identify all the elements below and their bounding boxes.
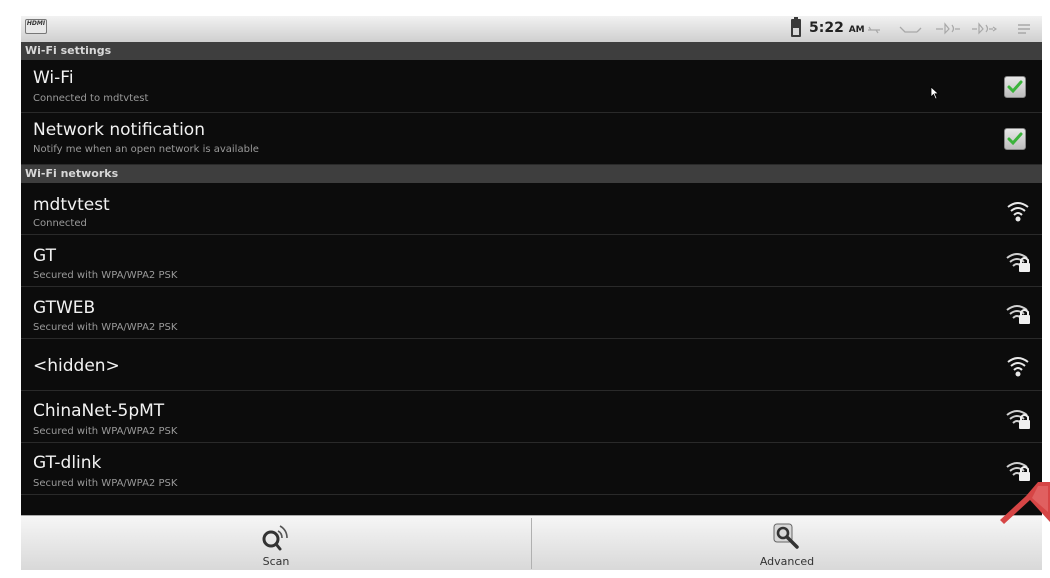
network-ssid: <hidden> [33, 356, 120, 376]
network-item[interactable]: GT Secured with WPA/WPA2 PSK [21, 235, 1042, 287]
network-ssid: GT [33, 246, 56, 266]
check-icon [1007, 80, 1023, 94]
network-notification-row[interactable]: Network notification Notify me when an o… [21, 113, 1042, 165]
network-item[interactable]: <hidden> [21, 339, 1042, 391]
red-corner-arrow-icon [1000, 482, 1050, 524]
battery-icon [791, 17, 801, 37]
network-item[interactable]: GT-dlink Secured with WPA/WPA2 PSK [21, 443, 1042, 495]
hdmi-icon: HDMI [25, 19, 47, 34]
menu-icon[interactable] [1017, 23, 1031, 35]
network-status: Secured with WPA/WPA2 PSK [33, 322, 178, 333]
usb-icon [868, 26, 880, 34]
wifi-locked-icon [1006, 462, 1030, 481]
network-status: Secured with WPA/WPA2 PSK [33, 426, 178, 437]
network-ssid: mdtvtest [33, 195, 110, 215]
wifi-locked-icon [1006, 305, 1030, 324]
network-status: Connected [33, 218, 87, 229]
network-ssid: ChinaNet-5pMT [33, 401, 165, 421]
network-item[interactable]: GTWEB Secured with WPA/WPA2 PSK [21, 287, 1042, 339]
clock: 5:22 AM [809, 20, 865, 36]
volume-down-icon[interactable] [935, 21, 961, 35]
section-header-wifi-networks: Wi-Fi networks [21, 165, 1042, 183]
wifi-checkbox[interactable] [1004, 76, 1026, 98]
advanced-label: Advanced [759, 555, 815, 568]
network-ssid: GTWEB [33, 298, 96, 318]
mouse-cursor-icon [930, 86, 940, 100]
network-notification-checkbox[interactable] [1004, 128, 1026, 150]
network-item[interactable]: ChinaNet-5pMT Secured with WPA/WPA2 PSK [21, 391, 1042, 443]
section-header-wifi-settings: Wi-Fi settings [21, 42, 1042, 60]
scan-label: Scan [262, 555, 290, 568]
wifi-signal-icon [1007, 357, 1029, 377]
sync-icon [899, 26, 922, 33]
network-ssid: GT-dlink [33, 453, 102, 473]
network-status: Secured with WPA/WPA2 PSK [33, 478, 178, 489]
wifi-locked-icon [1006, 253, 1030, 272]
row-subtitle: Connected to mdtvtest [33, 93, 149, 104]
wifi-locked-icon [1006, 410, 1030, 429]
clock-time: 5:22 [809, 20, 844, 36]
row-title: Network notification [33, 120, 205, 140]
clock-ampm: AM [848, 25, 865, 35]
scan-icon [262, 525, 288, 551]
wifi-toggle-row[interactable]: Wi-Fi Connected to mdtvtest [21, 60, 1042, 113]
network-item[interactable]: mdtvtest Connected [21, 183, 1042, 235]
scan-button[interactable]: Scan [21, 516, 531, 570]
wifi-signal-icon [1007, 202, 1029, 222]
network-status: Secured with WPA/WPA2 PSK [33, 270, 178, 281]
android-screen: HDMI 5:22 AM Wi-Fi settings Wi-Fi Connec… [21, 16, 1042, 570]
row-subtitle: Notify me when an open network is availa… [33, 144, 259, 155]
advanced-button[interactable]: Advanced [532, 516, 1042, 570]
check-icon [1007, 132, 1023, 146]
bottom-action-bar: Scan Advanced [21, 515, 1042, 570]
status-bar: HDMI 5:22 AM [21, 16, 1042, 42]
row-title: Wi-Fi [33, 68, 74, 88]
advanced-search-icon [773, 523, 799, 549]
volume-up-icon[interactable] [971, 21, 997, 35]
